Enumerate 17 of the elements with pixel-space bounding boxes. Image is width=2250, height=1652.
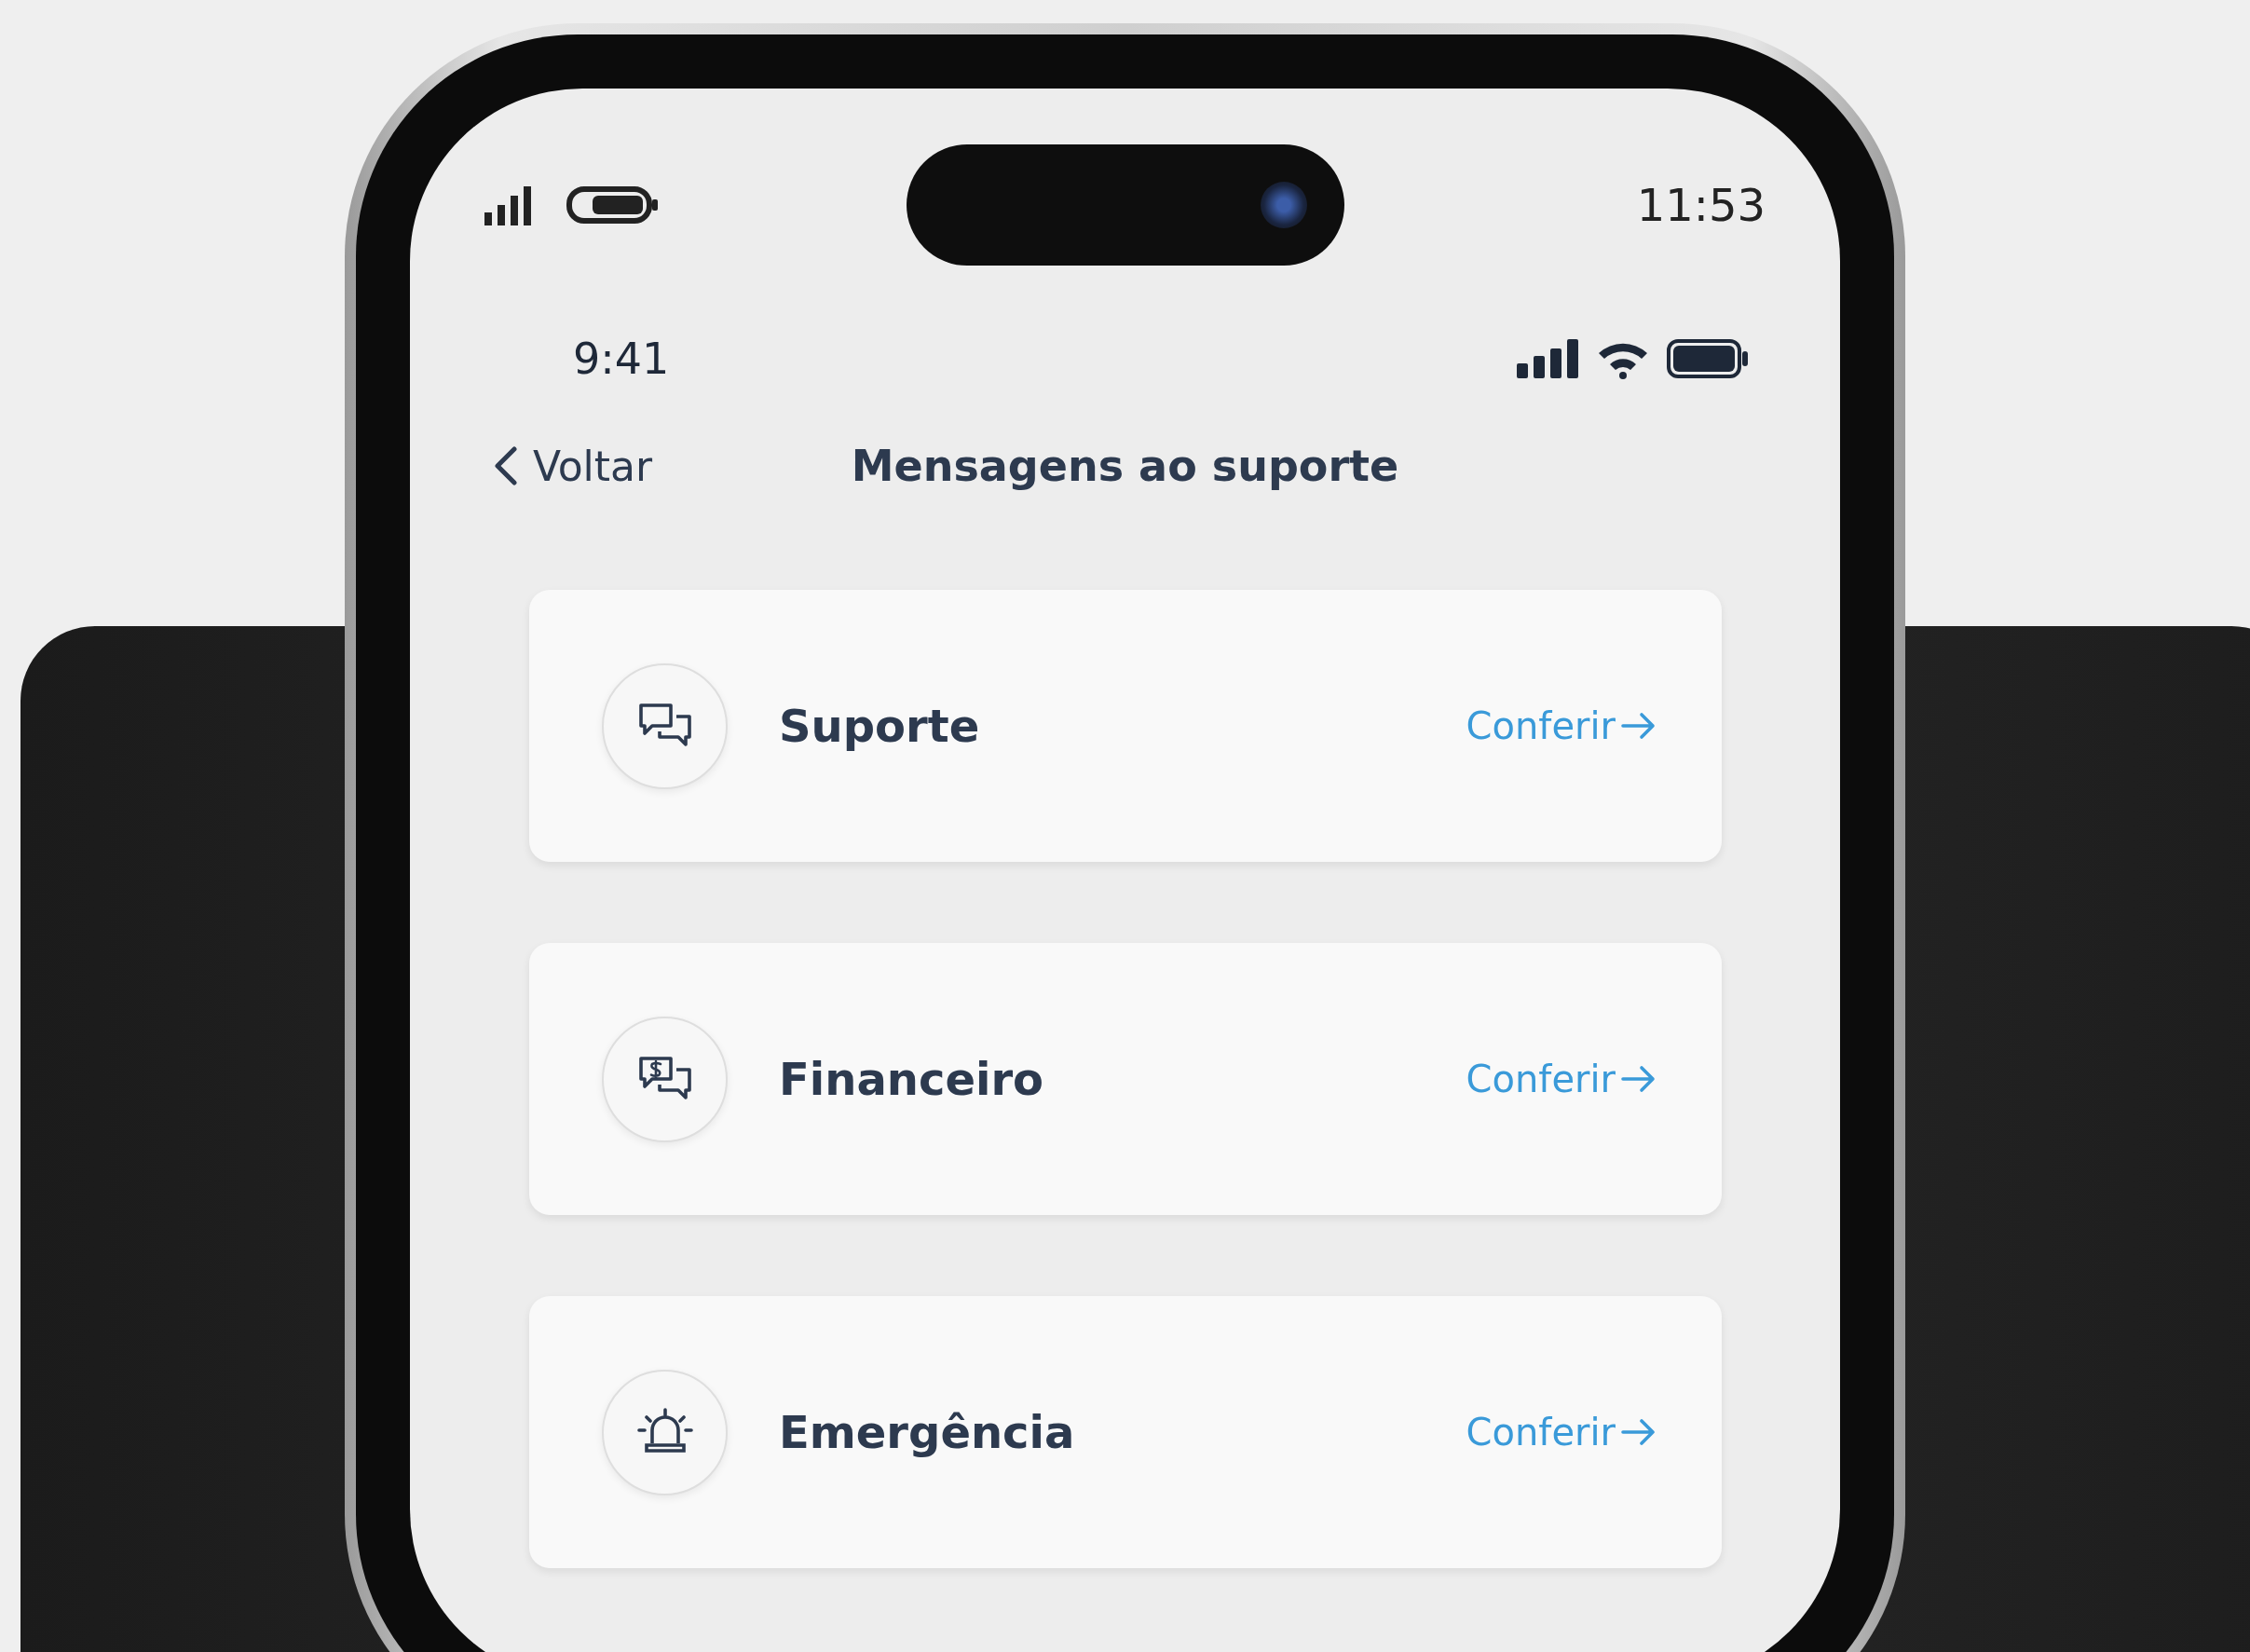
page-title: Mensagens ao suporte bbox=[851, 441, 1399, 491]
card-title: Suporte bbox=[779, 700, 981, 752]
status-time: 9:41 bbox=[573, 334, 670, 384]
chevron-left-icon bbox=[494, 445, 518, 486]
back-button[interactable]: Voltar bbox=[494, 433, 653, 498]
support-card[interactable]: Financeiro Conferir bbox=[529, 943, 1722, 1215]
support-card[interactable]: Emergência Conferir bbox=[529, 1296, 1722, 1568]
card-title: Financeiro bbox=[779, 1053, 1045, 1105]
arrow-right-icon bbox=[1621, 712, 1657, 740]
card-title: Emergência bbox=[779, 1406, 1076, 1458]
camera-lens bbox=[1260, 182, 1307, 228]
clock-time: 11:53 bbox=[1635, 179, 1766, 231]
arrow-right-icon bbox=[1621, 1418, 1657, 1446]
battery-icon bbox=[566, 184, 660, 225]
support-card[interactable]: Suporte Conferir bbox=[529, 590, 1722, 862]
arrow-right-icon bbox=[1621, 1065, 1657, 1093]
signal-icon bbox=[1517, 339, 1580, 378]
